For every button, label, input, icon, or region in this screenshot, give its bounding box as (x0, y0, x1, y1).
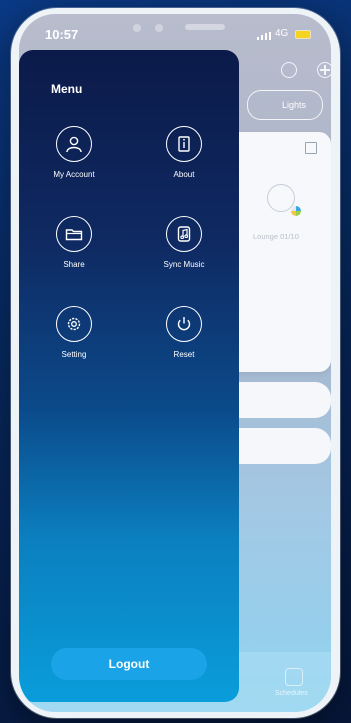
status-bar: 10:57 4G (19, 14, 331, 50)
menu-title: Menu (51, 82, 83, 96)
info-document-icon (166, 126, 202, 162)
network-type: 4G (275, 28, 289, 39)
signal-icon (257, 32, 271, 40)
list-card[interactable] (223, 382, 331, 418)
schedules-tab-label: Schedules (275, 690, 308, 697)
status-time: 10:57 (45, 27, 79, 42)
power-icon (166, 306, 202, 342)
menu-item-about[interactable]: About (139, 126, 229, 196)
lights-filter-pill[interactable]: Lights (247, 90, 323, 120)
menu-item-label: Sync Music (163, 260, 205, 269)
device-card-label: Lounge 01/10 (253, 232, 299, 241)
folder-icon (56, 216, 92, 252)
sensor-dot (133, 24, 141, 32)
gear-icon (56, 306, 92, 342)
logout-label: Logout (108, 657, 150, 671)
menu-item-label: Share (63, 260, 85, 269)
menu-item-share[interactable]: Share (29, 216, 119, 286)
phone-screen: 10:57 4G Lights Lounge 01/10 Schedules M… (19, 14, 331, 712)
battery-icon (295, 30, 311, 39)
menu-item-reset[interactable]: Reset (139, 306, 229, 376)
menu-item-label: About (173, 170, 195, 179)
camera-dot (155, 24, 163, 32)
menu-item-my-account[interactable]: My Account (29, 126, 119, 196)
menu-item-label: Setting (61, 350, 87, 359)
logout-button[interactable]: Logout (51, 648, 207, 680)
menu-item-setting[interactable]: Setting (29, 306, 119, 376)
camera-icon[interactable] (281, 62, 297, 78)
list-card[interactable] (223, 428, 331, 464)
edit-icon[interactable] (305, 142, 317, 154)
music-note-icon (166, 216, 202, 252)
schedules-icon[interactable] (285, 668, 303, 686)
device-card[interactable] (223, 132, 331, 372)
person-icon (56, 126, 92, 162)
menu-drawer: Menu My Account About Share Sync Music S… (19, 50, 239, 702)
lights-filter-label: Lights (281, 100, 307, 110)
color-wheel-icon (291, 206, 301, 216)
notch (89, 14, 279, 40)
add-icon[interactable] (317, 62, 331, 78)
menu-item-label: My Account (53, 170, 95, 179)
speaker-slot (185, 24, 225, 30)
menu-item-label: Reset (173, 350, 195, 359)
menu-item-sync-music[interactable]: Sync Music (139, 216, 229, 286)
